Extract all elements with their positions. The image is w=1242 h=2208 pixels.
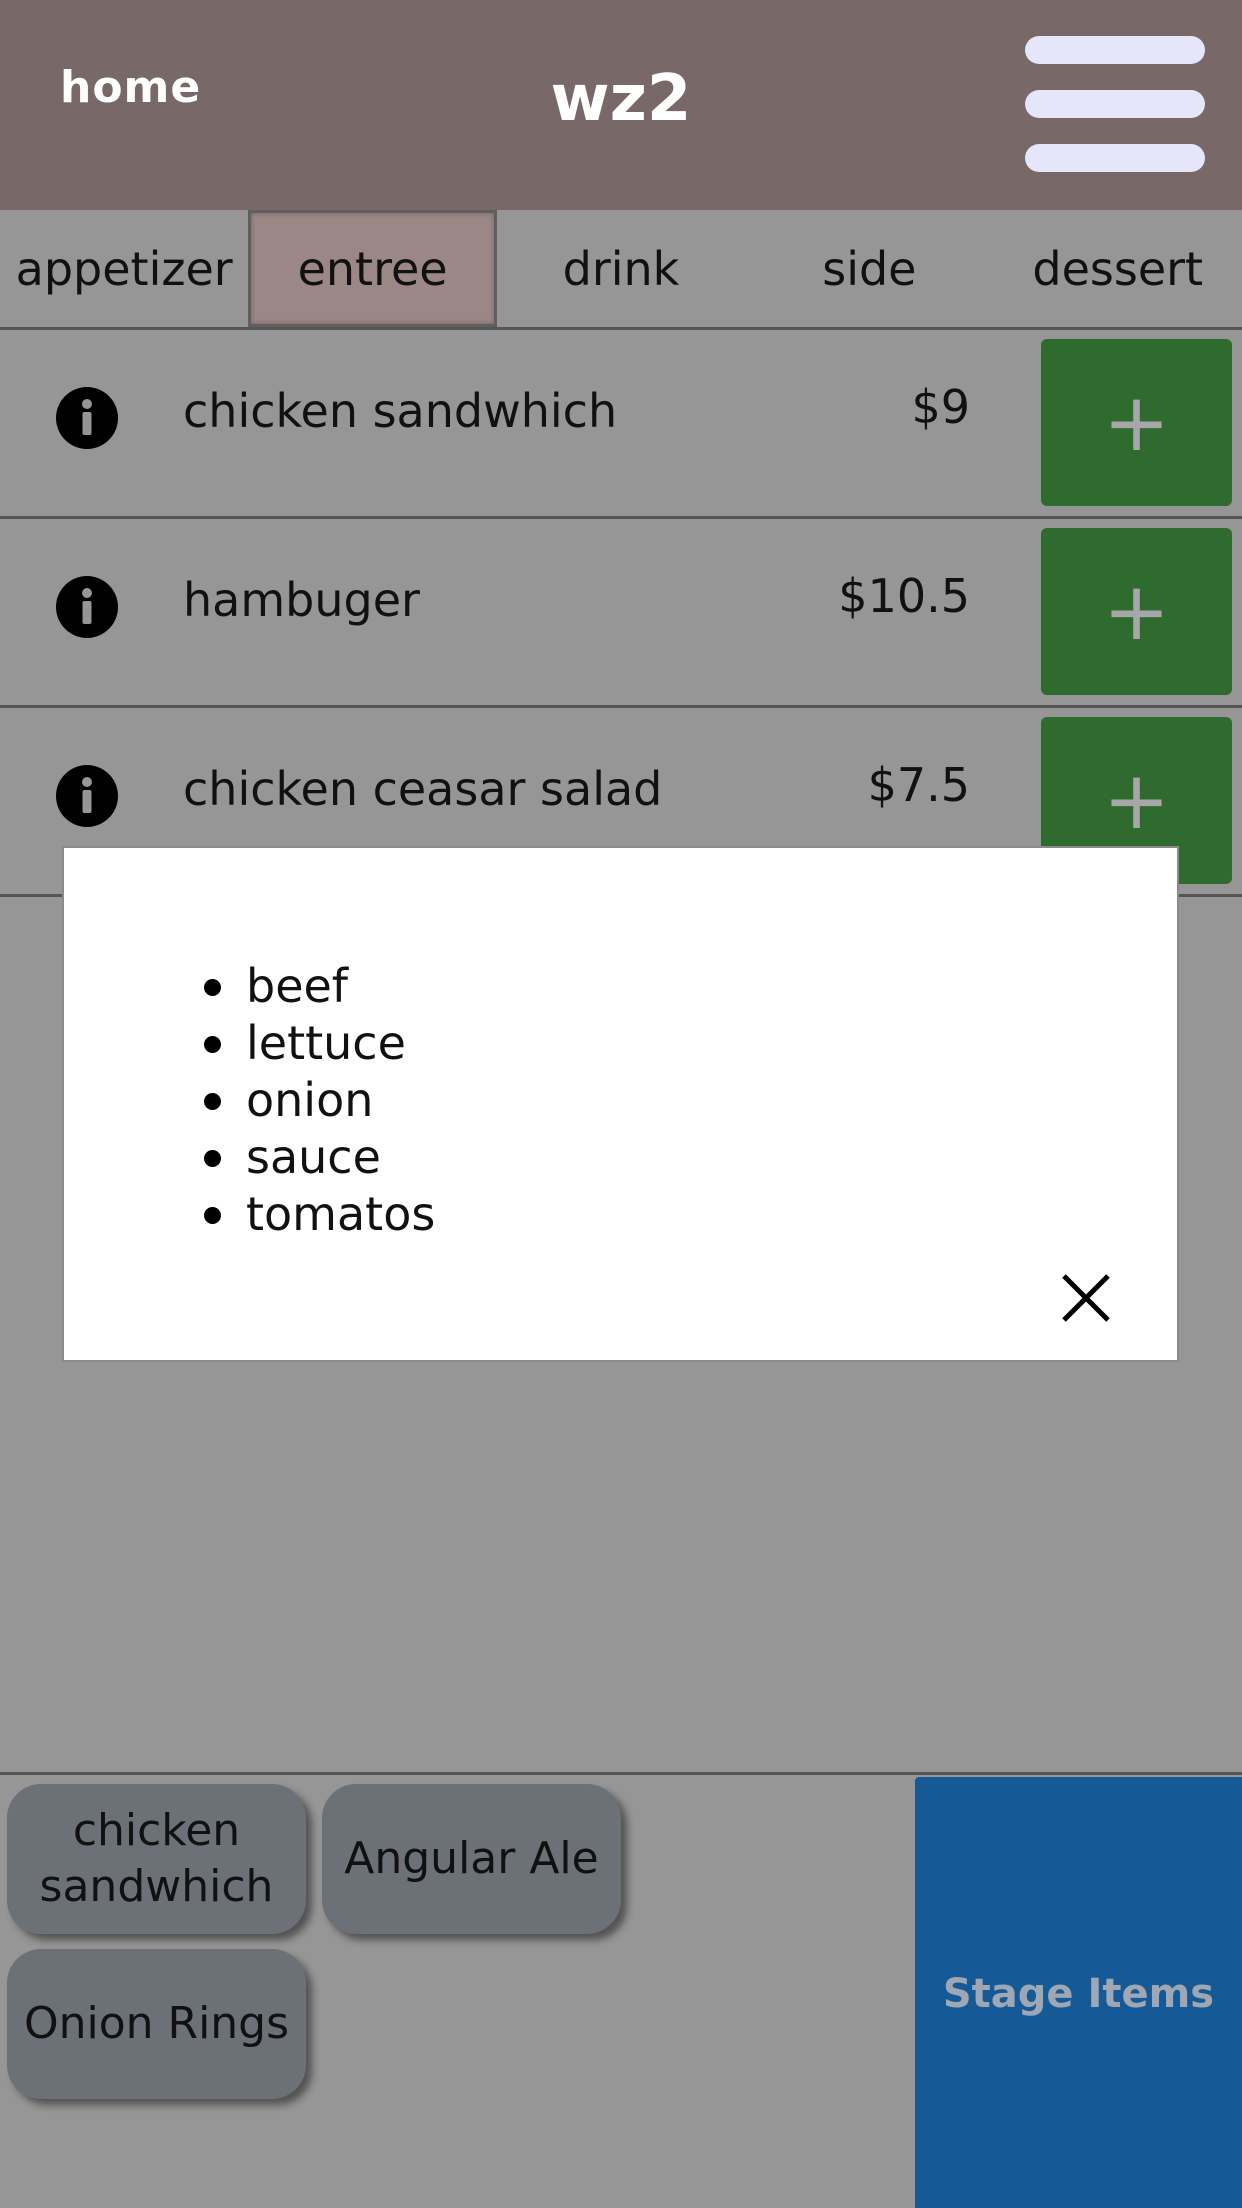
ingredient-item: beef	[203, 958, 435, 1015]
hamburger-bar	[1025, 36, 1205, 64]
close-icon[interactable]	[1058, 1270, 1114, 1326]
add-item-button[interactable]: +	[1041, 339, 1232, 506]
category-tabs: appetizer entree drink side dessert	[0, 210, 1242, 330]
ingredient-item: tomatos	[203, 1187, 436, 1241]
menu-item-row: chicken sandwhich $9 +	[0, 330, 1242, 519]
ingredients-list: beef lettuce onion sauce tomatos	[203, 958, 436, 1243]
ingredients-modal: beef lettuce onion sauce tomatos	[62, 846, 1179, 1362]
menu-item-price: $7.5	[867, 758, 970, 812]
ingredient-item: sauce	[203, 1129, 435, 1186]
menu-item-name: chicken sandwhich	[183, 384, 618, 438]
hamburger-bar	[1025, 144, 1205, 172]
menu-item-name: chicken ceasar salad	[183, 762, 663, 816]
hamburger-menu-icon[interactable]	[1025, 36, 1207, 172]
stage-items-button[interactable]: Stage Items	[915, 1777, 1242, 2208]
info-icon[interactable]	[56, 387, 118, 449]
ingredient-item: lettuce	[203, 1015, 435, 1072]
info-icon[interactable]	[56, 765, 118, 827]
staged-item-chip[interactable]: Angular Ale	[322, 1784, 621, 1934]
menu-item-price: $9	[911, 380, 970, 434]
hamburger-bar	[1025, 90, 1205, 118]
menu-item-name: hambuger	[183, 573, 420, 627]
staged-item-chip[interactable]: chicken sandwhich	[7, 1784, 306, 1934]
staged-items-area: chicken sandwhich Angular Ale Onion Ring…	[0, 1772, 1242, 2208]
menu-item-list: chicken sandwhich $9 + hambuger $10.5 + …	[0, 330, 1242, 897]
tab-appetizer[interactable]: appetizer	[0, 210, 248, 327]
add-item-button[interactable]: +	[1041, 528, 1232, 695]
tab-entree[interactable]: entree	[248, 210, 497, 327]
tab-side[interactable]: side	[745, 210, 993, 327]
tab-dessert[interactable]: dessert	[994, 210, 1242, 327]
staged-item-chip[interactable]: Onion Rings	[7, 1949, 306, 2099]
info-icon[interactable]	[56, 576, 118, 638]
tab-drink[interactable]: drink	[497, 210, 745, 327]
ingredient-item: onion	[203, 1072, 435, 1129]
menu-item-price: $10.5	[838, 569, 970, 623]
app-header: home wz2	[0, 0, 1242, 210]
menu-item-row: hambuger $10.5 +	[0, 519, 1242, 708]
